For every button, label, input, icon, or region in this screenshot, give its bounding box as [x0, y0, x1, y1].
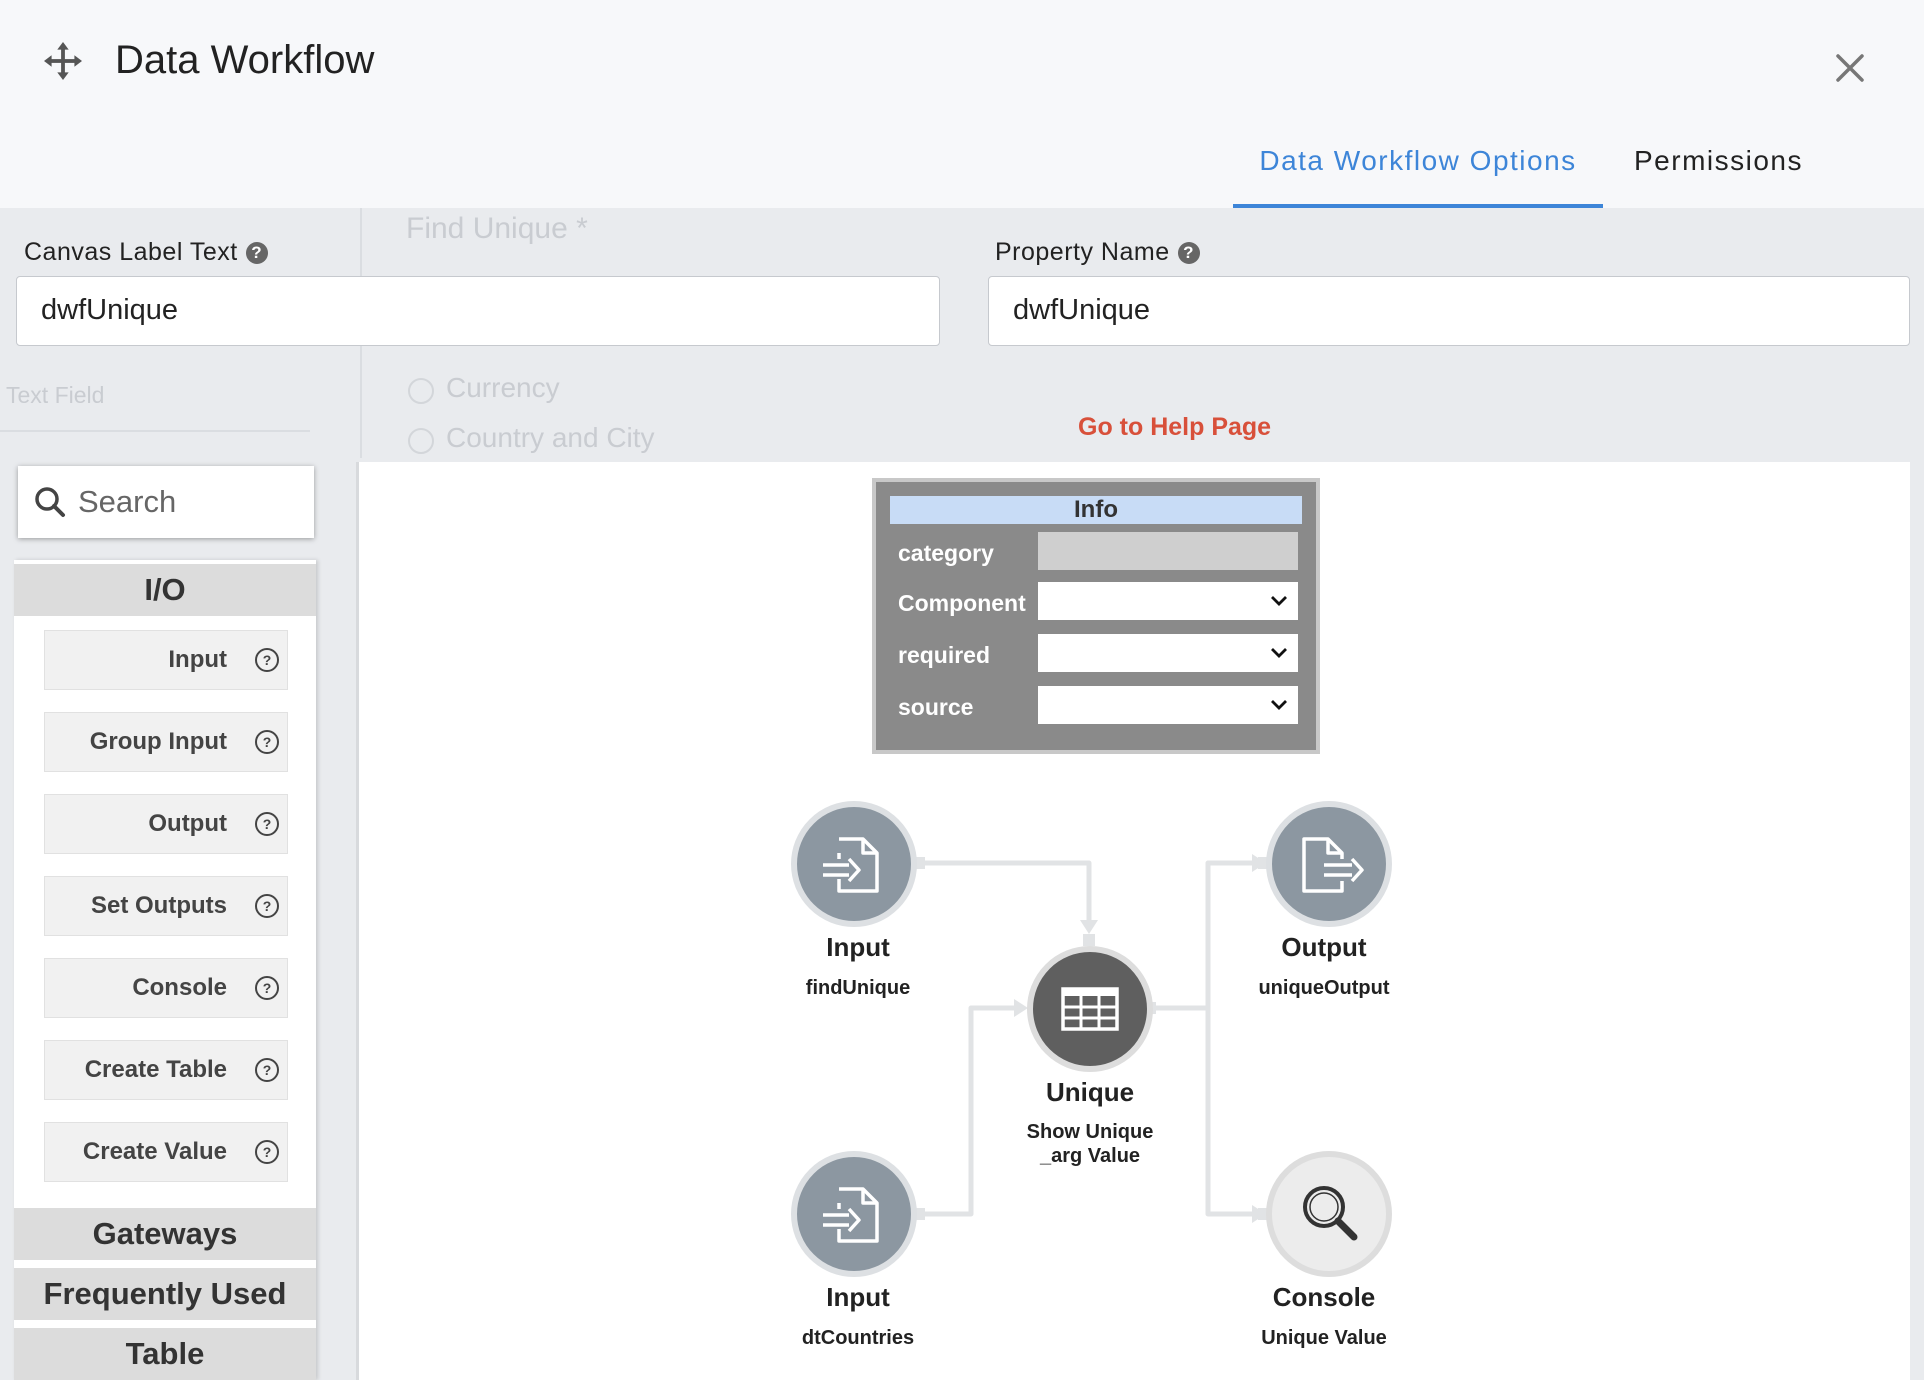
workflow-node-output-uniqueoutput[interactable]: [1266, 801, 1392, 927]
palette-item-label: Create Value: [82, 1138, 227, 1165]
ghost-title-text: Find Unique *: [406, 212, 588, 245]
dialog-title: Data Workflow: [115, 38, 375, 82]
info-panel: Info category Component required source: [872, 478, 1320, 754]
ghost-country-text: Country and City: [446, 422, 655, 453]
palette-item-label: Group Input: [89, 728, 227, 755]
ghost-currency-text: Currency: [446, 372, 560, 403]
workflow-node-unique[interactable]: [1027, 946, 1153, 1072]
workflow-node-input-findunique[interactable]: [791, 801, 917, 927]
ghost-radio-country: [408, 428, 434, 454]
palette-item-create-value[interactable]: Create Value ?: [44, 1122, 288, 1182]
move-icon[interactable]: [44, 42, 82, 80]
search-placeholder: Search: [78, 484, 177, 519]
info-label-source: source: [898, 694, 974, 720]
ghost-radio-currency: [408, 378, 434, 404]
help-icon[interactable]: ?: [255, 812, 279, 836]
node-title: Console: [1272, 1282, 1376, 1312]
info-label-component: Component: [898, 590, 1026, 616]
palette-item-create-table[interactable]: Create Table ?: [44, 1040, 288, 1100]
required-select[interactable]: [1038, 634, 1298, 672]
canvas-label-text-label-text: Canvas Label Text: [24, 238, 238, 266]
palette-item-input[interactable]: Input ?: [44, 630, 288, 690]
tab-permissions[interactable]: Permissions: [1634, 145, 1803, 177]
palette-item-label: Console: [132, 974, 227, 1001]
chevron-down-icon: [1271, 648, 1287, 658]
property-name-field[interactable]: dwfUnique: [988, 276, 1910, 346]
category-gateways[interactable]: Gateways: [14, 1208, 316, 1260]
file-import-icon: [823, 837, 879, 893]
category-table[interactable]: Table: [14, 1328, 316, 1380]
palette-item-console[interactable]: Console ?: [44, 958, 288, 1018]
workflow-node-console-unique-value[interactable]: [1266, 1151, 1392, 1277]
node-title: Output: [1281, 932, 1367, 962]
category-field: [1038, 532, 1298, 570]
palette-item-label: Create Table: [84, 1056, 227, 1083]
category-io[interactable]: I/O: [14, 564, 316, 616]
chevron-down-icon: [1271, 700, 1287, 710]
node-title: Unique: [1045, 1077, 1135, 1107]
component-palette: I/O Input ? Group Input ? Output ? Set O…: [14, 560, 316, 1380]
close-icon[interactable]: [1832, 50, 1868, 86]
node-subtitle: Show Unique _arg Value: [1026, 1121, 1154, 1167]
go-to-help-page-link[interactable]: Go to Help Page: [1078, 413, 1271, 442]
node-subtitle: uniqueOutput: [1258, 977, 1390, 999]
node-title: Input: [826, 1282, 890, 1312]
table-icon: [1061, 987, 1119, 1031]
ghost-textfield-text: Text Field: [6, 382, 105, 408]
palette-item-set-outputs[interactable]: Set Outputs ?: [44, 876, 288, 936]
file-import-icon: [823, 1187, 879, 1243]
component-select[interactable]: [1038, 582, 1298, 620]
tab-data-workflow-options[interactable]: Data Workflow Options: [1233, 145, 1603, 208]
help-icon[interactable]: ?: [255, 976, 279, 1000]
help-icon[interactable]: ?: [1177, 241, 1200, 264]
search-icon: [35, 487, 65, 517]
palette-item-output[interactable]: Output ?: [44, 794, 288, 854]
info-label-required: required: [898, 642, 991, 668]
node-title: Input: [826, 932, 890, 962]
node-subtitle: Unique Value: [1261, 1327, 1387, 1349]
info-label-category: category: [898, 540, 994, 566]
ghost-divider: [0, 430, 310, 432]
help-icon[interactable]: ?: [255, 730, 279, 754]
workflow-node-input-dtcountries[interactable]: [791, 1151, 917, 1277]
magnifier-icon: [1303, 1186, 1358, 1241]
node-subtitle: findUnique: [805, 977, 911, 999]
property-name-label: Property Name ?: [995, 238, 1200, 267]
property-name-label-text: Property Name: [995, 238, 1170, 266]
file-export-icon: [1302, 837, 1364, 893]
help-icon[interactable]: ?: [245, 241, 268, 264]
palette-item-label: Input: [168, 646, 227, 673]
dialog-header: Data Workflow Data Workflow Options Perm…: [0, 0, 1924, 208]
chevron-down-icon: [1271, 596, 1287, 606]
source-select[interactable]: [1038, 686, 1298, 724]
category-frequently-used[interactable]: Frequently Used: [14, 1268, 316, 1320]
help-icon[interactable]: ?: [255, 1058, 279, 1082]
help-icon[interactable]: ?: [255, 894, 279, 918]
canvas-label-text-field[interactable]: dwfUnique: [16, 276, 940, 346]
help-icon[interactable]: ?: [255, 648, 279, 672]
info-panel-header: Info: [890, 496, 1302, 524]
node-subtitle: dtCountries: [801, 1327, 915, 1349]
help-icon[interactable]: ?: [255, 1140, 279, 1164]
palette-search-input[interactable]: Search: [18, 466, 314, 538]
palette-item-group-input[interactable]: Group Input ?: [44, 712, 288, 772]
palette-item-label: Set Outputs: [91, 892, 227, 919]
canvas-label-text-label: Canvas Label Text ?: [24, 238, 268, 267]
palette-item-label: Output: [148, 810, 227, 837]
